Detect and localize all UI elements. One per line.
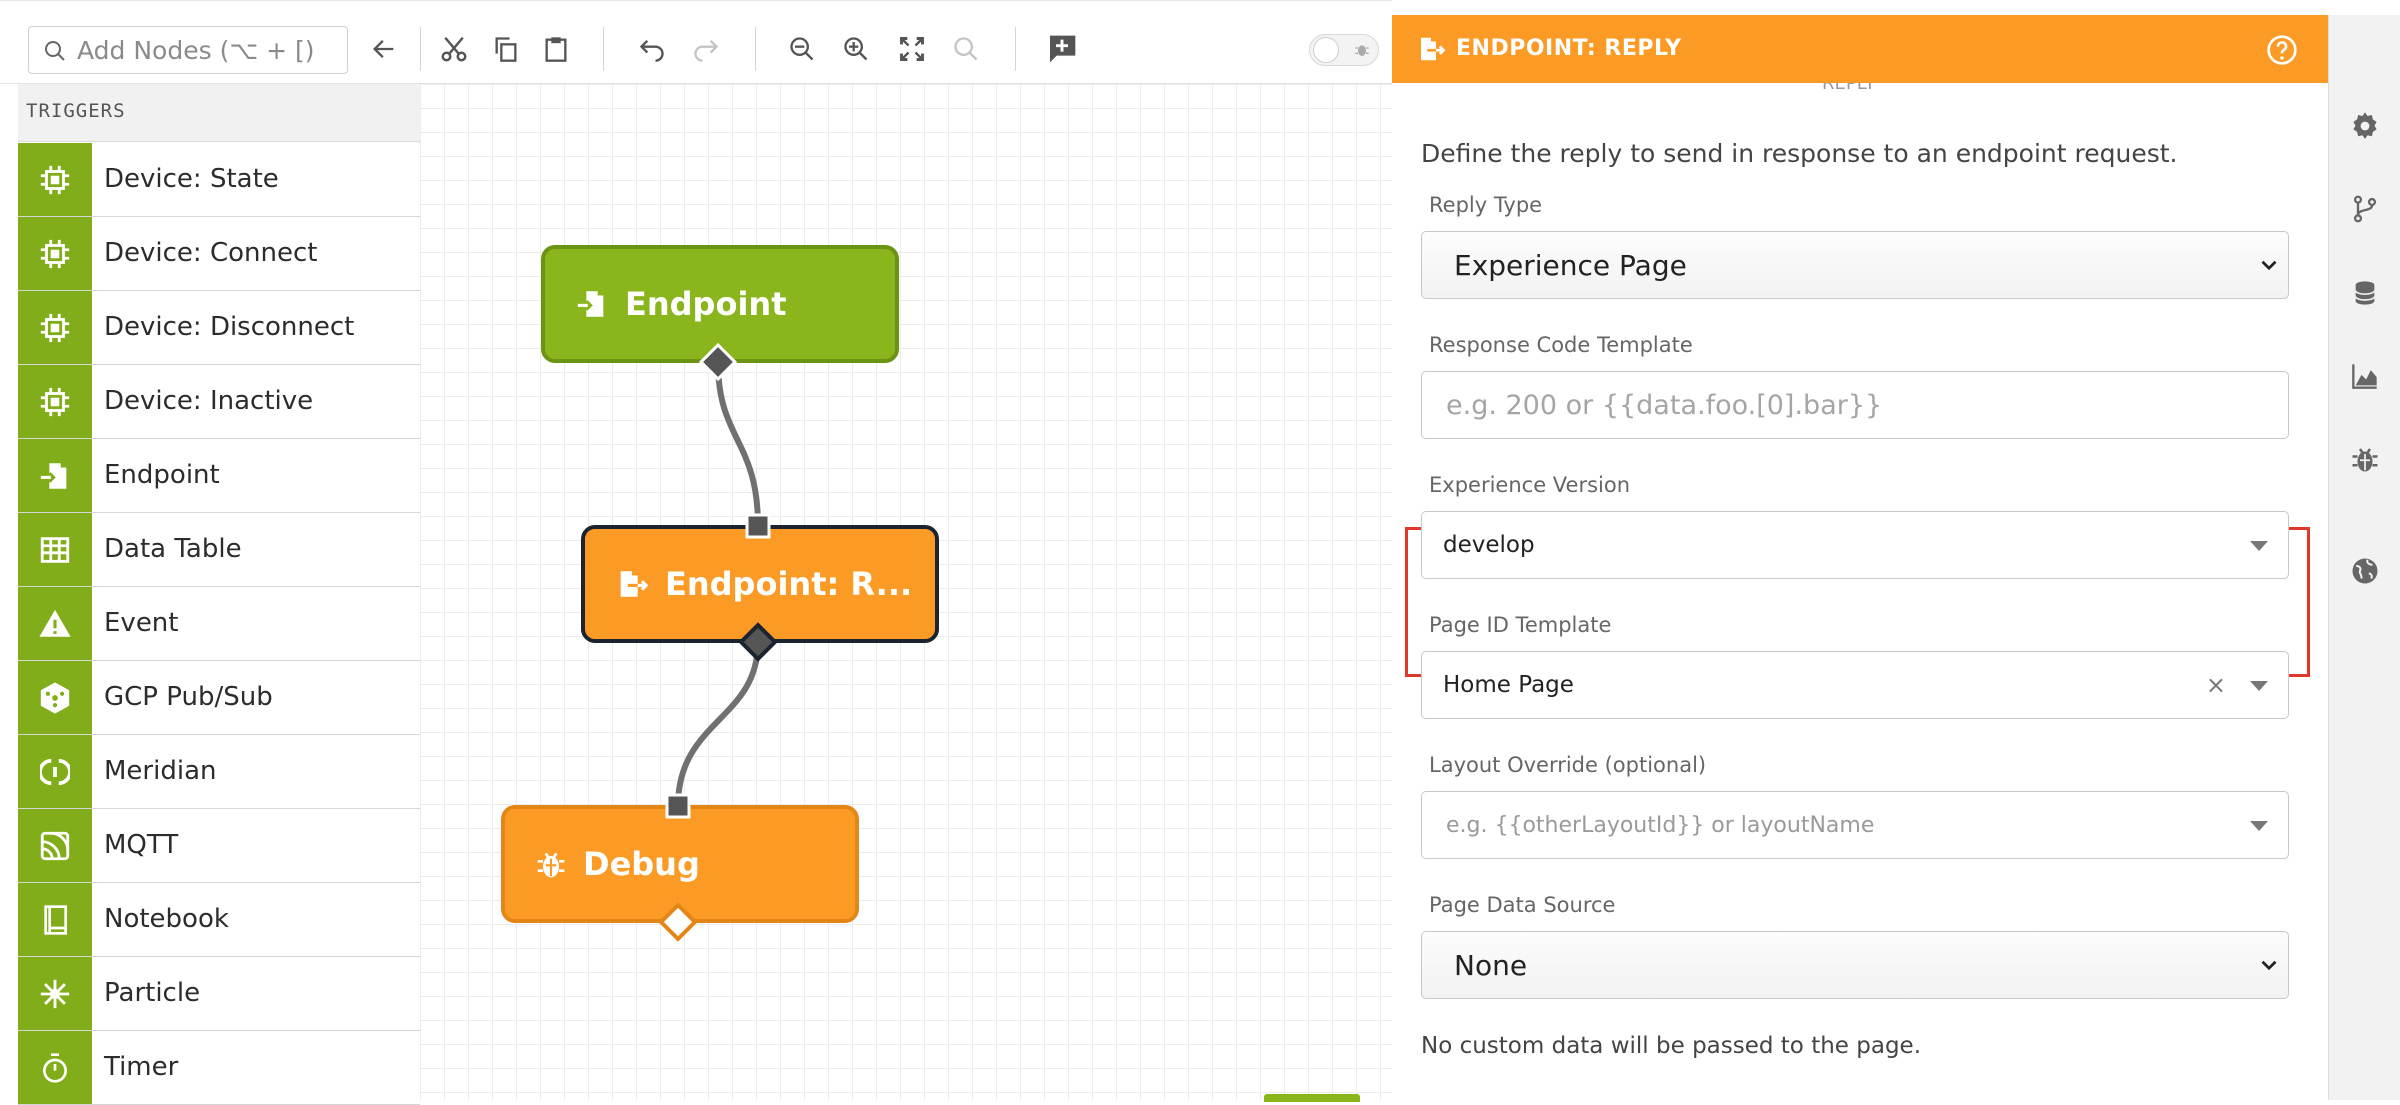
- panel-body: REPLY Define the reply to send in respon…: [1392, 83, 2328, 1100]
- panel-description: Define the reply to send in response to …: [1421, 139, 2178, 168]
- experience-version-select[interactable]: develop: [1421, 511, 2289, 579]
- page-data-note: No custom data will be passed to the pag…: [1421, 1033, 1922, 1059]
- input-port[interactable]: [665, 793, 691, 819]
- clear-icon[interactable]: ×: [2206, 671, 2226, 699]
- chevron-down-icon: [2261, 260, 2277, 271]
- help-icon[interactable]: [2266, 34, 2298, 66]
- layout-override-placeholder: e.g. {{otherLayoutId}} or layoutName: [1446, 813, 1875, 838]
- reply-type-label: Reply Type: [1429, 193, 1543, 217]
- chevron-down-icon: [2261, 960, 2277, 971]
- experience-version-value: develop: [1443, 532, 1535, 558]
- input-port[interactable]: [745, 513, 771, 539]
- panel-title: ENDPOINT: REPLY: [1456, 36, 1682, 61]
- node-config-panel: ENDPOINT: REPLY REPLY Define the reply t…: [1392, 15, 2328, 1100]
- experience-version-label: Experience Version: [1429, 473, 1631, 497]
- page-data-source-label: Page Data Source: [1429, 893, 1616, 917]
- output-port[interactable]: [658, 902, 698, 942]
- page-id-label: Page ID Template: [1429, 613, 1612, 637]
- panel-header: ENDPOINT: REPLY: [1392, 15, 2328, 83]
- chart-icon[interactable]: [2349, 360, 2381, 392]
- caret-down-icon: [2250, 821, 2268, 831]
- layout-override-label: Layout Override (optional): [1429, 753, 1707, 777]
- database-icon[interactable]: [2349, 277, 2381, 309]
- minimap-indicator: [1264, 1094, 1360, 1102]
- page-data-source-select[interactable]: None: [1421, 931, 2289, 999]
- page-id-select[interactable]: Home Page ×: [1421, 651, 2289, 719]
- page-id-value: Home Page: [1443, 672, 1574, 698]
- endpoint-reply-icon: [1421, 37, 1446, 61]
- node-ports: [658, 342, 778, 942]
- output-port[interactable]: [738, 622, 778, 662]
- section-heading: REPLY: [1822, 83, 1876, 94]
- page-data-source-value: None: [1454, 949, 1528, 982]
- reply-type-select[interactable]: Experience Page: [1421, 231, 2289, 299]
- branch-icon[interactable]: [2349, 193, 2381, 225]
- layout-override-select[interactable]: e.g. {{otherLayoutId}} or layoutName: [1421, 791, 2289, 859]
- gear-icon[interactable]: [2349, 110, 2381, 142]
- caret-down-icon: [2250, 681, 2268, 691]
- bug-icon[interactable]: [2349, 443, 2381, 475]
- globe-icon[interactable]: [2349, 555, 2381, 587]
- output-port[interactable]: [698, 342, 738, 382]
- response-code-label: Response Code Template: [1429, 333, 1693, 357]
- reply-type-value: Experience Page: [1454, 249, 1687, 282]
- caret-down-icon: [2250, 541, 2268, 551]
- response-code-placeholder: e.g. 200 or {{data.foo.[0].bar}}: [1446, 390, 1883, 421]
- right-sidebar: [2328, 15, 2400, 1100]
- response-code-input[interactable]: e.g. 200 or {{data.foo.[0].bar}}: [1421, 371, 2289, 439]
